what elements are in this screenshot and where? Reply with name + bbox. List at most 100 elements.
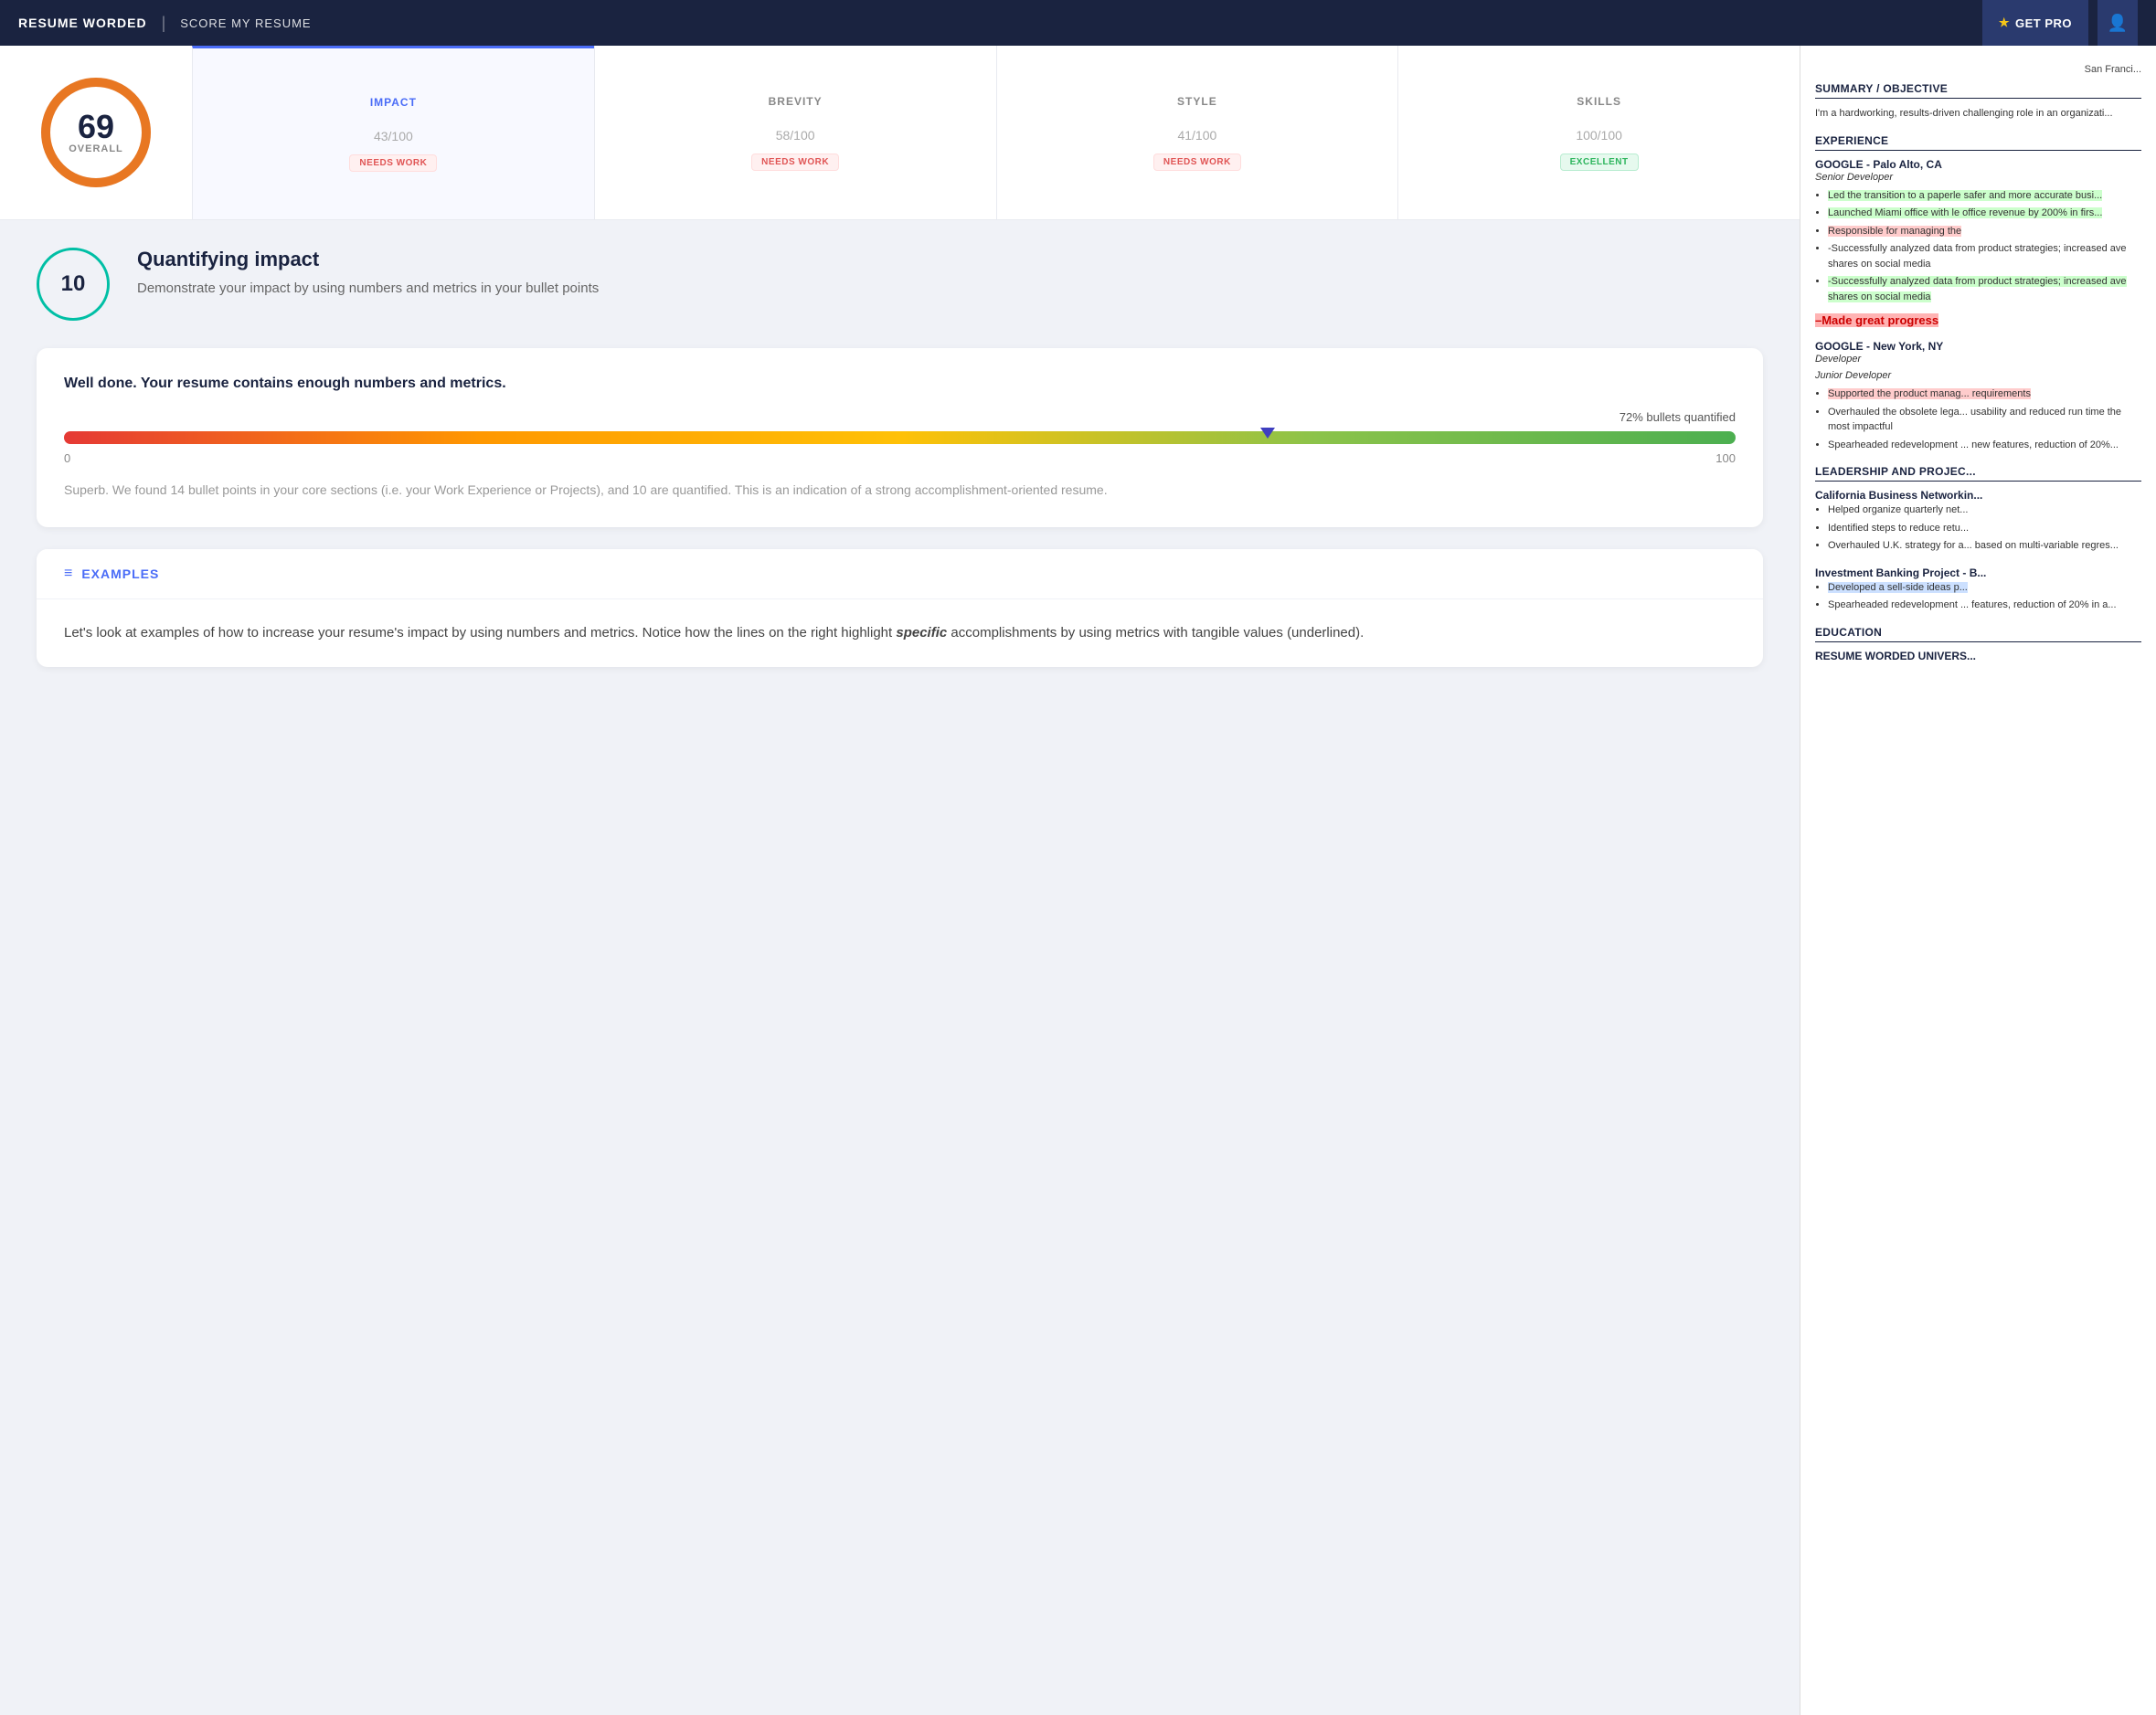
impact-text-block: Quantifying impact Demonstrate your impa… <box>137 248 599 300</box>
impact-score: 43/100 <box>374 118 413 147</box>
education-title: EDUCATION <box>1815 626 2141 642</box>
bullet-item: Overhauled the obsolete lega... usabilit… <box>1828 405 2141 435</box>
get-pro-button[interactable]: ★ GET PRO <box>1982 0 2088 46</box>
overall-score-section: 69 OVERALL <box>0 46 192 219</box>
overall-score-text: 69 OVERALL <box>69 111 123 154</box>
star-icon: ★ <box>1999 16 2010 30</box>
category-impact[interactable]: IMPACT 43/100 NEEDS WORK <box>192 46 594 219</box>
brevity-score: 58/100 <box>776 117 815 146</box>
nav-left: RESUME WORDED | SCORE MY RESUME <box>18 14 312 33</box>
overall-score-number: 69 <box>69 111 123 143</box>
bullet-item: Overhauled U.K. strategy for a... based … <box>1828 538 2141 554</box>
nav-score-my-resume: SCORE MY RESUME <box>180 16 311 30</box>
bullet-text-green: Launched Miami office with le office rev… <box>1828 207 2102 218</box>
job-1-role: Senior Developer <box>1815 172 2141 183</box>
axis-min: 0 <box>64 451 70 465</box>
quantifying-title: Quantifying impact <box>137 248 599 271</box>
education-school: RESUME WORDED UNIVERS... <box>1815 650 2141 662</box>
style-badge: NEEDS WORK <box>1153 154 1241 171</box>
job-1-bullets: Led the transition to a paperle safer an… <box>1828 188 2141 305</box>
examples-card: ≡ EXAMPLES Let's look at examples of how… <box>37 549 1763 667</box>
style-score: 41/100 <box>1177 117 1216 146</box>
user-profile-button[interactable]: 👤 <box>2098 0 2138 46</box>
strikethrough-text: –Made great progress <box>1815 313 2141 327</box>
progress-indicator <box>1260 428 1275 439</box>
leadership-2-bullets: Developed a sell-side ideas p... Spearhe… <box>1828 580 2141 613</box>
job-2-role1: Developer <box>1815 354 2141 365</box>
bullet-item: Spearheaded redevelopment ... new featur… <box>1828 438 2141 453</box>
leadership-1-company: California Business Networkin... <box>1815 489 2141 502</box>
progress-triangle-icon <box>1260 428 1275 439</box>
category-style[interactable]: STYLE 41/100 NEEDS WORK <box>996 46 1398 219</box>
superb-text: Superb. We found 14 bullet points in you… <box>64 480 1736 500</box>
user-icon: 👤 <box>2108 14 2128 33</box>
job-2-bullets: Supported the product manag... requireme… <box>1828 386 2141 452</box>
main-layout: 69 OVERALL IMPACT 43/100 NEEDS WORK BREV… <box>0 46 2156 1715</box>
axis-max: 100 <box>1715 451 1736 465</box>
overall-label: OVERALL <box>69 143 123 154</box>
bullet-text-red: Supported the product manag... requireme… <box>1828 388 2031 399</box>
resume-location: San Franci... <box>1815 64 2141 75</box>
brand-name: RESUME WORDED <box>18 16 147 30</box>
progress-axis: 0 100 <box>64 451 1736 465</box>
leadership-1-bullets: Helped organize quarterly net... Identif… <box>1828 503 2141 554</box>
progress-card: Well done. Your resume contains enough n… <box>37 348 1763 527</box>
experience-title: EXPERIENCE <box>1815 134 2141 151</box>
examples-title: EXAMPLES <box>81 566 159 581</box>
skills-score: 100/100 <box>1576 117 1622 146</box>
content-area: 10 Quantifying impact Demonstrate your i… <box>0 220 1800 694</box>
bullet-item: Helped organize quarterly net... <box>1828 503 2141 518</box>
job-2-role2: Junior Developer <box>1815 370 2141 381</box>
leadership-2-block: Investment Banking Project - B... Develo… <box>1815 566 2141 613</box>
brevity-badge: NEEDS WORK <box>751 154 839 171</box>
bullet-text-blue: Developed a sell-side ideas p... <box>1828 582 1968 593</box>
summary-text: I'm a hardworking, results-driven challe… <box>1815 106 2141 122</box>
bullet-item: Developed a sell-side ideas p... <box>1828 580 2141 596</box>
examples-list-icon: ≡ <box>64 566 72 582</box>
quantifying-section: 10 Quantifying impact Demonstrate your i… <box>37 248 1763 321</box>
category-brevity[interactable]: BREVITY 58/100 NEEDS WORK <box>594 46 996 219</box>
left-panel: 69 OVERALL IMPACT 43/100 NEEDS WORK BREV… <box>0 46 1800 1715</box>
progress-bar-track <box>64 431 1736 444</box>
quantifying-description: Demonstrate your impact by using numbers… <box>137 279 599 300</box>
bullet-item: Supported the product manag... requireme… <box>1828 386 2141 402</box>
category-skills[interactable]: SKILLS 100/100 EXCELLENT <box>1397 46 1800 219</box>
bullet-item: Identified steps to reduce retu... <box>1828 521 2141 536</box>
skills-name: SKILLS <box>1577 95 1621 108</box>
category-scores: IMPACT 43/100 NEEDS WORK BREVITY 58/100 … <box>192 46 1800 219</box>
impact-badge: NEEDS WORK <box>349 154 437 172</box>
summary-title: SUMMARY / OBJECTIVE <box>1815 82 2141 99</box>
nav-divider: | <box>162 14 166 33</box>
get-pro-label: GET PRO <box>2015 16 2072 30</box>
progress-bar-container <box>64 431 1736 444</box>
leadership-2-company: Investment Banking Project - B... <box>1815 566 2141 579</box>
bullet-text-red: Responsible for managing the <box>1828 226 1961 237</box>
well-done-text: Well done. Your resume contains enough n… <box>64 376 1736 392</box>
bullet-item: -Successfully analyzed data from product… <box>1828 274 2141 304</box>
leadership-title: LEADERSHIP AND PROJEC... <box>1815 465 2141 482</box>
nav-right: ★ GET PRO 👤 <box>1982 0 2138 46</box>
job-2-company: GOOGLE - New York, NY <box>1815 340 2141 353</box>
impact-circle: 10 <box>37 248 110 321</box>
progress-label: 72% bullets quantified <box>64 410 1736 424</box>
brevity-name: BREVITY <box>769 95 823 108</box>
bullet-item: Spearheaded redevelopment ... features, … <box>1828 598 2141 613</box>
resume-preview-panel: San Franci... SUMMARY / OBJECTIVE I'm a … <box>1800 46 2156 1715</box>
bullet-text-green: Led the transition to a paperle safer an… <box>1828 190 2102 201</box>
score-header: 69 OVERALL IMPACT 43/100 NEEDS WORK BREV… <box>0 46 1800 220</box>
examples-text: Let's look at examples of how to increas… <box>64 621 1736 645</box>
bullet-item: Responsible for managing the <box>1828 224 2141 239</box>
leadership-1-block: California Business Networkin... Helped … <box>1815 489 2141 554</box>
bullet-item: Led the transition to a paperle safer an… <box>1828 188 2141 204</box>
examples-header: ≡ EXAMPLES <box>37 549 1763 599</box>
overall-score-circle: 69 OVERALL <box>37 73 155 192</box>
skills-badge: EXCELLENT <box>1560 154 1639 171</box>
style-name: STYLE <box>1177 95 1217 108</box>
job-1-block: GOOGLE - Palo Alto, CA Senior Developer … <box>1815 158 2141 328</box>
examples-body: Let's look at examples of how to increas… <box>37 599 1763 667</box>
impact-name: IMPACT <box>370 96 417 109</box>
bullet-item: -Successfully analyzed data from product… <box>1828 241 2141 271</box>
job-1-company: GOOGLE - Palo Alto, CA <box>1815 158 2141 171</box>
bullet-item: Launched Miami office with le office rev… <box>1828 206 2141 221</box>
job-2-block: GOOGLE - New York, NY Developer Junior D… <box>1815 340 2141 452</box>
